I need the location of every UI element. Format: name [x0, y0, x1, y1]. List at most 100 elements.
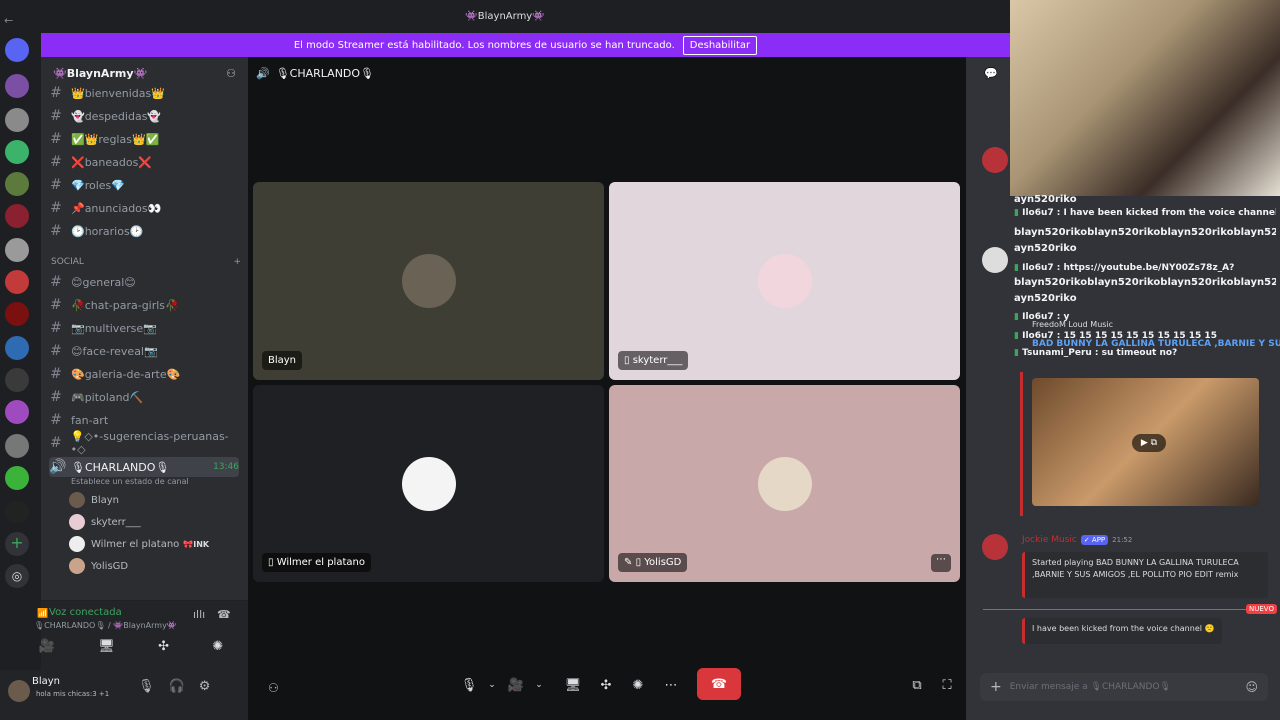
server-icon[interactable]: [5, 270, 29, 294]
invite-icon[interactable]: ⚇: [226, 67, 236, 80]
screen-share-icon[interactable]: 🖥: [562, 674, 584, 696]
now-playing-embed: Started playing BAD BUNNY LA GALLINA TUR…: [1022, 552, 1268, 598]
channel-label: 🎨galeria-de-arte🎨: [71, 367, 181, 381]
add-server-icon[interactable]: +: [5, 532, 29, 556]
tile-name: ▯ skyterr___: [618, 351, 689, 370]
channel-item[interactable]: # fan-art: [49, 410, 239, 430]
channel-label: 👑bienvenidas👑: [71, 86, 165, 100]
fullscreen-icon[interactable]: ⛶: [936, 674, 958, 696]
add-channel-icon[interactable]: +: [233, 257, 241, 267]
chevron-down-icon[interactable]: ⌄: [528, 674, 550, 696]
soundboard-icon[interactable]: ✺: [212, 639, 223, 654]
voice-timer: 13:46: [213, 462, 239, 472]
channel-label: 🕑horarios🕑: [71, 224, 144, 238]
window-title: 👾BlaynArmy👾: [465, 10, 545, 22]
server-icon[interactable]: [5, 466, 29, 490]
embed-provider: FreedoM Loud Music: [1032, 320, 1114, 329]
video-tile[interactable]: ▯ Wilmer el platano: [253, 385, 604, 582]
noise-icon[interactable]: ıllı: [193, 608, 205, 621]
more-icon[interactable]: ⋯: [660, 674, 682, 696]
voice-user[interactable]: skyterr___: [69, 512, 141, 532]
channel-item[interactable]: # ❌baneados❌: [49, 152, 239, 172]
bot-name[interactable]: Jockie Music: [1022, 535, 1077, 545]
channel-item[interactable]: # 💎roles💎: [49, 175, 239, 195]
channel-item[interactable]: # 🎮pitoland⛏️: [49, 387, 239, 407]
category-social[interactable]: SOCIAL +: [51, 257, 241, 267]
channel-item[interactable]: # 📷multiverse📷: [49, 318, 239, 338]
video-tile[interactable]: Blayn: [253, 182, 604, 380]
muted-icon: ✎: [624, 557, 636, 568]
camera-off-icon[interactable]: 🎥: [505, 674, 527, 696]
server-icon[interactable]: [5, 172, 29, 196]
chat-line: blayn520rikoblayn520rikoblayn520rikoblay…: [1014, 227, 1276, 238]
chat-icon[interactable]: 💬: [984, 67, 998, 80]
server-icon[interactable]: [5, 74, 29, 98]
channel-item[interactable]: # 💡◇•-sugerencias-peruanas-•◇: [49, 430, 239, 456]
server-icon[interactable]: [5, 108, 29, 132]
discord-home-icon[interactable]: [5, 38, 29, 62]
add-people-icon[interactable]: ⚇: [268, 681, 279, 695]
server-icon[interactable]: [5, 434, 29, 458]
activities-icon[interactable]: ✣: [158, 639, 169, 654]
server-icon[interactable]: [5, 400, 29, 424]
headset-icon[interactable]: 🎧: [169, 679, 185, 694]
hang-up-button[interactable]: ☎: [697, 668, 741, 700]
back-icon[interactable]: ←: [4, 14, 13, 27]
avatar: [401, 254, 456, 308]
embed-accent: [1020, 372, 1023, 516]
server-icon[interactable]: [5, 500, 29, 524]
voice-user[interactable]: Blayn: [69, 490, 119, 510]
server-icon[interactable]: [5, 238, 29, 262]
server-icon[interactable]: [5, 336, 29, 360]
chat-line: ▮ Tsunami_Peru : su timeout no?: [1014, 348, 1276, 358]
video-embed-thumbnail[interactable]: ▶ ⧉: [1032, 378, 1259, 506]
avatar[interactable]: [8, 680, 30, 702]
avatar: [982, 534, 1008, 560]
popout-icon[interactable]: ⧉: [906, 674, 928, 696]
server-icon[interactable]: [5, 368, 29, 392]
mic-icon[interactable]: 🎙: [458, 674, 480, 696]
voice-user[interactable]: Wilmer el platano 🎀INK: [69, 534, 209, 554]
channel-item[interactable]: # 🥀chat-para-girls🥀: [49, 295, 239, 315]
activities-icon[interactable]: ✣: [595, 674, 617, 696]
more-options-icon[interactable]: ⋯: [931, 554, 951, 572]
camera-off-icon[interactable]: 🎥: [39, 639, 55, 654]
channel-label: 👻despedidas👻: [71, 109, 162, 123]
voice-channel-path[interactable]: 🎙CHARLANDO🎙 / 👾BlaynArmy👾: [33, 621, 233, 630]
channel-item[interactable]: # 📌anunciados👀: [49, 198, 239, 218]
play-icon[interactable]: ▶ ⧉: [1132, 434, 1166, 452]
user-panel: Blayn hola mis chicas:3 +1 🎙 🎧 ⚙: [0, 670, 248, 720]
attach-icon[interactable]: +: [990, 679, 1002, 695]
disable-streamer-button[interactable]: Deshabilitar: [682, 35, 758, 55]
server-icon[interactable]: [5, 140, 29, 164]
video-tile[interactable]: ✎ ▯ YolisGD ⋯: [609, 385, 960, 582]
banner-text: El modo Streamer está habilitado. Los no…: [293, 39, 675, 51]
channel-item[interactable]: # 😊general😊: [49, 272, 239, 292]
channel-item[interactable]: # ✅👑reglas👑✅: [49, 129, 239, 149]
voice-user[interactable]: YolisGD: [69, 556, 128, 576]
explore-icon[interactable]: ◎: [5, 564, 29, 588]
avatar: [69, 492, 85, 508]
video-tile[interactable]: ▯ skyterr___: [609, 182, 960, 380]
channel-item[interactable]: # 👑bienvenidas👑: [49, 83, 239, 103]
emoji-icon[interactable]: ☺: [1245, 680, 1258, 694]
server-icon[interactable]: [5, 302, 29, 326]
soundboard-icon[interactable]: ✺: [627, 674, 649, 696]
channel-item[interactable]: # 👻despedidas👻: [49, 106, 239, 126]
app-badge: ✓ APP: [1080, 535, 1109, 545]
chat-input[interactable]: + Enviar mensaje a 🎙CHARLANDO🎙 ☺: [980, 673, 1268, 701]
screen-share-icon[interactable]: 🖥: [98, 639, 115, 654]
chat-line: ▮ Ilo6u7 : https://youtube.be/NY00Zs78z_…: [1014, 263, 1276, 273]
channel-status-prompt[interactable]: Establece un estado de canal: [71, 477, 189, 486]
channel-item[interactable]: # 🎨galeria-de-arte🎨: [49, 364, 239, 384]
channel-item[interactable]: # 😊face-reveal📷: [49, 341, 239, 361]
settings-icon[interactable]: ⚙: [199, 679, 211, 694]
avatar: [757, 254, 812, 308]
disconnect-icon[interactable]: ☎: [217, 608, 231, 621]
server-icon[interactable]: [5, 204, 29, 228]
chat-line: ▮ Ilo6u7 : I have been kicked from the v…: [1014, 208, 1276, 218]
mic-icon[interactable]: 🎙: [138, 679, 155, 694]
chevron-down-icon[interactable]: ⌄: [481, 674, 503, 696]
voice-channel-charlando[interactable]: 🔊 🎙CHARLANDO🎙 13:46: [49, 457, 239, 477]
channel-item[interactable]: # 🕑horarios🕑: [49, 221, 239, 241]
